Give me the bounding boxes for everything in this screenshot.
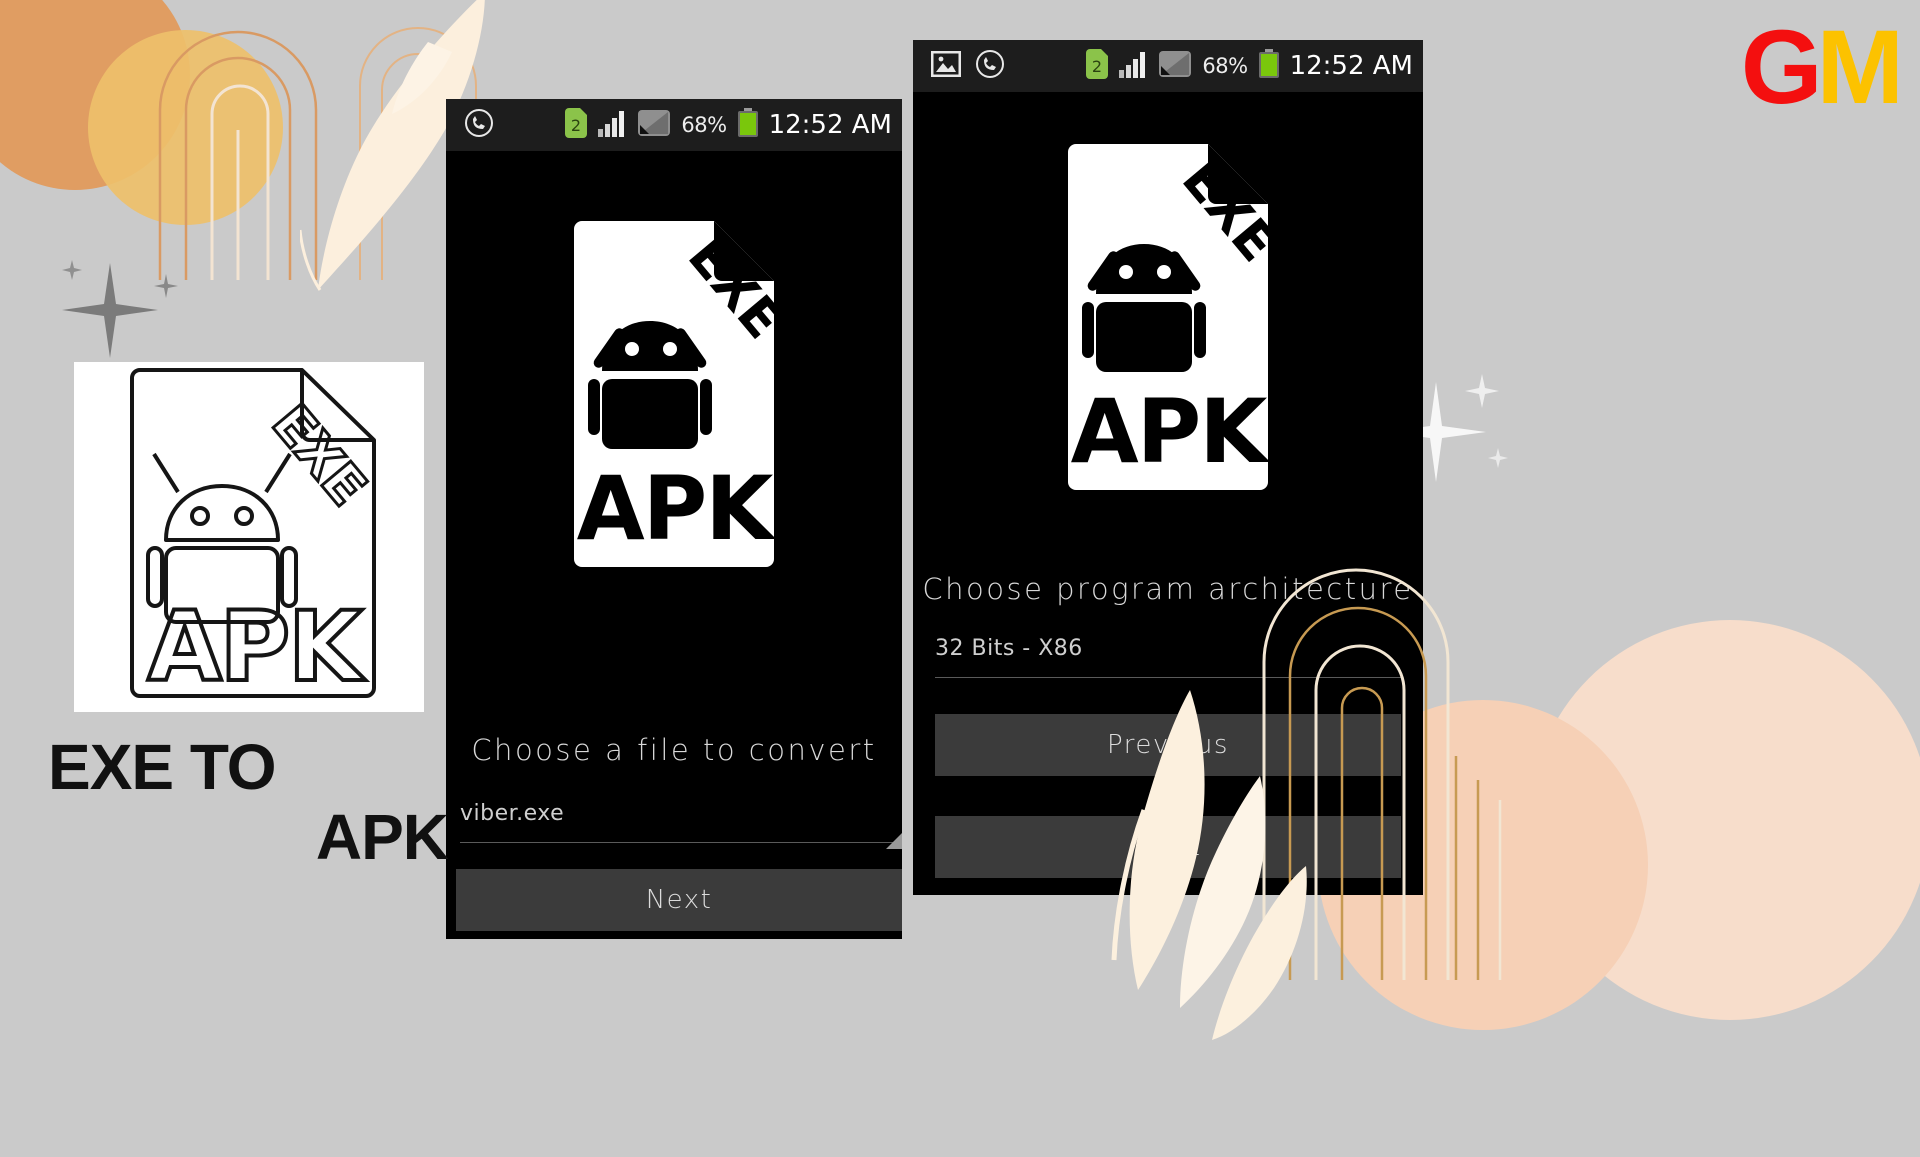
phone-2-screen: EXE APK Choose program architecture 32 B… <box>913 144 1423 895</box>
phone-1-button-area: Next <box>456 869 902 931</box>
status-bar-1: 2 68% 12:52 AM <box>446 99 902 151</box>
svg-text:APK: APK <box>147 591 366 703</box>
image-icon <box>930 50 962 82</box>
sim2-icon: 2 <box>565 107 588 143</box>
status-bar-2: 2 68% 12:52 AM <box>913 40 1423 92</box>
battery-icon <box>1258 48 1280 84</box>
signal-bars-icon <box>597 109 627 142</box>
svg-text:APK: APK <box>577 457 774 560</box>
clock-label: 12:52 AM <box>1289 51 1413 81</box>
phone-2-instruction-label: Choose program architecture <box>922 572 1414 606</box>
gm-letter-m: M <box>1816 9 1905 126</box>
battery-percent-label: 68% <box>1202 54 1248 78</box>
decor-arch-lines-top-left <box>150 0 480 280</box>
clock-label: 12:52 AM <box>768 110 892 140</box>
call-icon <box>975 49 1005 84</box>
architecture-value: 32 Bits - X86 <box>935 636 1083 661</box>
sim2-icon: 2 <box>1086 48 1109 84</box>
file-input-value: viber.exe <box>460 801 565 826</box>
app-file-icon-1: EXE APK <box>446 221 902 567</box>
next-button[interactable]: Next <box>935 816 1401 878</box>
poster-canvas: 2 68% 12:52 AM EXE APK Choose a file to … <box>0 0 1920 1157</box>
phone-1-screen: EXE APK Choose a file to convert viber.e… <box>446 221 902 939</box>
svg-text:EXE: EXE <box>260 394 377 518</box>
app-file-icon-2: EXE APK <box>913 144 1423 490</box>
title-line-1: EXE TO <box>48 731 277 803</box>
battery-icon <box>737 107 759 143</box>
svg-text:2: 2 <box>1092 57 1102 76</box>
gm-watermark-logo: G M <box>1740 9 1905 126</box>
exe-to-apk-logo-card: EXE APK <box>74 362 424 712</box>
call-icon <box>464 108 494 143</box>
phone-screenshot-2: 2 68% 12:52 AM EXE APK Choose program ar… <box>913 40 1423 895</box>
svg-text:APK: APK <box>1071 380 1268 483</box>
page-title: EXE TO APK <box>48 731 449 873</box>
phone-1-instruction-label: Choose a file to convert <box>471 733 877 767</box>
decor-circle-peach-right <box>1530 620 1920 1020</box>
signal-secondary-icon <box>1158 49 1192 84</box>
decor-circle-orange-light <box>88 30 283 225</box>
next-button[interactable]: Next <box>456 869 902 931</box>
previous-button[interactable]: Previous <box>935 714 1401 776</box>
svg-text:2: 2 <box>571 116 581 135</box>
architecture-select-field[interactable]: 32 Bits - X86 <box>935 636 1401 678</box>
title-line-2: APK <box>315 801 449 873</box>
decor-sparkle-1 <box>58 258 178 373</box>
resize-handle-icon[interactable] <box>886 833 902 849</box>
file-input-field[interactable]: viber.exe <box>460 801 902 849</box>
signal-bars-icon <box>1118 50 1148 83</box>
gm-letter-g: G <box>1740 9 1823 126</box>
decor-circle-orange-dark <box>0 0 190 190</box>
architecture-underline <box>935 677 1401 678</box>
phone-screenshot-1: 2 68% 12:52 AM EXE APK Choose a file to … <box>446 99 902 939</box>
battery-percent-label: 68% <box>681 113 727 137</box>
signal-secondary-icon <box>637 108 671 143</box>
file-input-underline <box>460 842 902 843</box>
